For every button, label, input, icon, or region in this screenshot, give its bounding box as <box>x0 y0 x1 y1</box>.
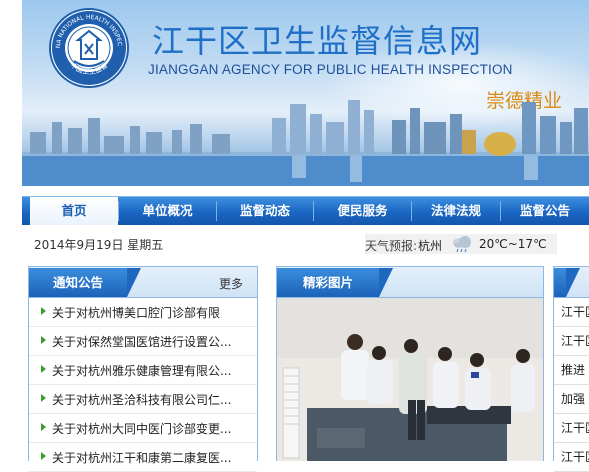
inspection-team-photo <box>277 298 543 461</box>
list-item: 关于对杭州雅乐健康管理有限公... <box>29 356 257 385</box>
nav-about[interactable]: 单位概况 <box>119 197 216 225</box>
notice-list: 关于对杭州博美口腔门诊部有限 关于对保然堂国医馆进行设置公... 关于对杭州雅乐… <box>29 298 257 472</box>
notice-link[interactable]: 关于对杭州雅乐健康管理有限公... <box>52 362 231 379</box>
right-news-panel: 江干区 江干区 推进 加强 江干区 江干区 <box>553 266 589 472</box>
list-item: 加强 <box>554 385 589 414</box>
weather-label: 天气预报: <box>365 239 418 253</box>
header-banner: CHINA NATIONAL HEALTH INSPECTOR 中国卫生监督 江… <box>22 0 589 186</box>
city-skyline-image <box>22 100 589 186</box>
nav-public-services[interactable]: 便民服务 <box>314 197 411 225</box>
notice-link[interactable]: 关于对保然堂国医馆进行设置公... <box>52 333 231 350</box>
notice-link[interactable]: 关于对杭州博美口腔门诊部有限 <box>52 304 220 321</box>
weather-temperature: 20℃~17℃ <box>479 237 547 251</box>
list-item: 推进 <box>554 356 589 385</box>
list-item: 江干区 <box>554 414 589 443</box>
weather-widget: 天气预报: 杭州 20℃~17℃ <box>365 234 557 254</box>
list-item: 江干区 <box>554 443 589 472</box>
featured-photo[interactable] <box>277 298 543 461</box>
bullet-arrow-icon <box>41 365 46 373</box>
nav-supervision-news[interactable]: 监督动态 <box>217 197 313 225</box>
notice-link[interactable]: 关于对杭州圣洽科技有限公司仁... <box>52 391 231 408</box>
right-panel-tab <box>554 268 580 297</box>
notice-panel-title: 通知公告 <box>29 268 141 297</box>
news-link[interactable]: 江干区 <box>561 332 589 349</box>
site-title: 江干区卫生监督信息网 <box>152 22 483 60</box>
bullet-arrow-icon <box>41 336 46 344</box>
news-link[interactable]: 江干区 <box>561 419 589 436</box>
right-news-list: 江干区 江干区 推进 加强 江干区 江干区 <box>554 298 589 472</box>
health-inspection-emblem: CHINA NATIONAL HEALTH INSPECTOR 中国卫生监督 <box>48 7 129 88</box>
notice-panel: 通知公告 更多 关于对杭州博美口腔门诊部有限 关于对保然堂国医馆进行设置公...… <box>28 266 258 472</box>
right-panel-header <box>554 267 589 298</box>
bullet-arrow-icon <box>41 307 46 315</box>
notice-panel-header: 通知公告 更多 <box>29 267 257 298</box>
nav-laws[interactable]: 法律法规 <box>412 197 500 225</box>
notice-more-link[interactable]: 更多 <box>219 275 243 292</box>
weather-city: 杭州 <box>418 239 443 253</box>
photo-panel: 精彩图片 <box>276 266 544 461</box>
list-item: 关于对保然堂国医馆进行设置公... <box>29 327 257 356</box>
current-date: 2014年9月19日 星期五 <box>34 238 164 252</box>
nav-announcements[interactable]: 监督公告 <box>501 197 589 225</box>
bullet-arrow-icon <box>41 394 46 402</box>
list-item: 关于对杭州江干和康第二康复医... <box>29 443 257 472</box>
bullet-arrow-icon <box>41 452 46 460</box>
list-item: 江干区 <box>554 298 589 327</box>
news-link[interactable]: 江干区 <box>561 448 589 465</box>
site-subtitle: JIANGGAN AGENCY FOR PUBLIC HEALTH INSPEC… <box>148 62 513 77</box>
news-link[interactable]: 推进 <box>561 361 585 378</box>
bullet-arrow-icon <box>41 423 46 431</box>
list-item: 关于对杭州大同中医门诊部变更... <box>29 414 257 443</box>
nav-home[interactable]: 首页 <box>30 197 118 225</box>
news-link[interactable]: 江干区 <box>561 303 589 320</box>
main-nav: 首页 单位概况 监督动态 便民服务 法律法规 监督公告 <box>22 196 589 225</box>
news-link[interactable]: 加强 <box>561 390 585 407</box>
notice-link[interactable]: 关于对杭州江干和康第二康复医... <box>52 449 231 466</box>
list-item: 关于对杭州圣洽科技有限公司仁... <box>29 385 257 414</box>
list-item: 关于对杭州博美口腔门诊部有限 <box>29 298 257 327</box>
cloud-rain-icon <box>453 236 471 253</box>
notice-link[interactable]: 关于对杭州大同中医门诊部变更... <box>52 420 231 437</box>
photo-panel-title: 精彩图片 <box>277 268 393 297</box>
list-item: 江干区 <box>554 327 589 356</box>
photo-panel-header: 精彩图片 <box>277 267 543 298</box>
